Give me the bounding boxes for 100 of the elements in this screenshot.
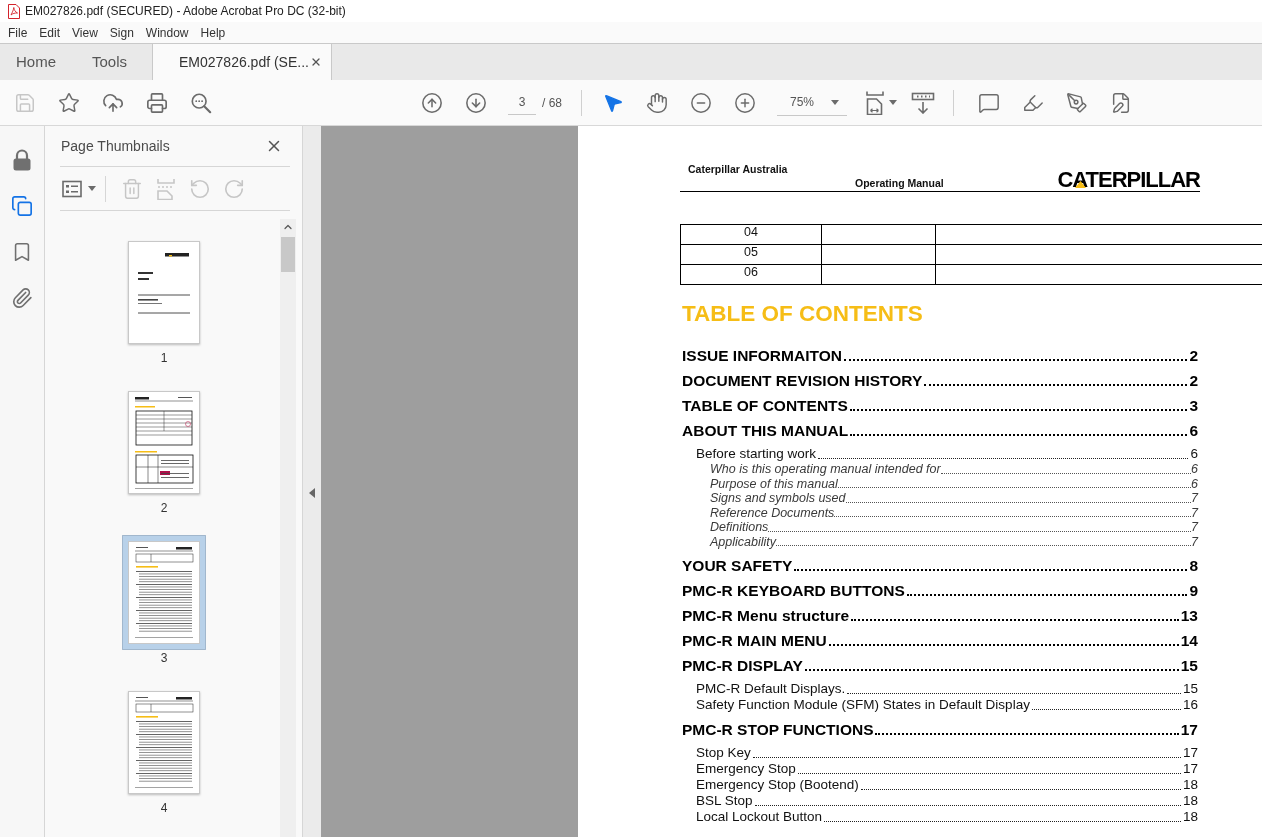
toc-page-number: 7 — [1191, 506, 1198, 519]
list-view-icon — [62, 179, 82, 198]
toc-entry-title: Before starting work — [696, 447, 817, 461]
pen-nib-icon — [1066, 91, 1088, 114]
menu-item[interactable]: View — [72, 26, 98, 39]
toc-page-number: 7 — [1191, 535, 1198, 548]
paperclip-icon — [11, 287, 33, 309]
tab[interactable]: EM027826.pdf (SE... — [152, 44, 332, 80]
close-icon — [310, 56, 322, 68]
save-icon — [14, 91, 36, 114]
toc-entry-title: Who is this operating manual intended for — [710, 463, 941, 476]
cloud-upload-icon — [102, 91, 124, 114]
caterpillar-logo: CATERPILLAR — [1057, 169, 1200, 191]
contents-heading: TABLE OF CONTENTS — [682, 301, 924, 327]
toc-page-number: 17 — [1180, 721, 1198, 738]
toc-page-number: 18 — [1182, 778, 1198, 792]
toc-entry-title: TABLE OF CONTENTS — [682, 397, 848, 414]
menu-item[interactable]: Sign — [109, 26, 134, 39]
toc-page-number: 14 — [1180, 632, 1198, 649]
toc-page-number: 18 — [1182, 810, 1198, 824]
toc-entry-title: BSL Stop — [696, 794, 753, 808]
toc-page-number: 7 — [1191, 492, 1198, 505]
toc-entry-title: Applicability — [710, 535, 776, 548]
zoom-in-icon — [734, 91, 756, 114]
toc-entry-title: Emergency Stop — [696, 762, 796, 776]
toc-entry-title: Emergency Stop (Bootend) — [696, 778, 859, 792]
star-icon — [58, 91, 80, 114]
toc-page-number: 6 — [1189, 422, 1198, 439]
pages-icon — [11, 195, 33, 217]
toc-page-number: 6 — [1191, 477, 1198, 490]
menu-item[interactable]: Window — [145, 26, 189, 39]
menu-item[interactable]: Edit — [39, 26, 61, 39]
page-number-field[interactable]: 3 — [508, 90, 536, 115]
menu-item[interactable]: File — [8, 26, 28, 39]
page-number-label: 3 — [160, 651, 168, 665]
page-number-label: 1 — [160, 351, 168, 365]
document-title: Operating Manual — [855, 177, 944, 191]
table-cell: 05 — [680, 244, 822, 265]
hand-icon — [646, 91, 668, 114]
triangle-left-icon — [309, 488, 315, 498]
toc-page-number: 2 — [1189, 372, 1198, 389]
toc-entry-title: Reference Documents — [710, 506, 835, 519]
toc-entry-title: Safety Function Module (SFM) States in Default Display — [696, 698, 1030, 712]
scrollbar[interactable] — [280, 219, 296, 837]
file-pen-icon — [1110, 91, 1132, 114]
window-title: EM027826.pdf (SECURED) - Adobe Acrobat Pro DC (32-bit) — [25, 3, 346, 20]
toc-page-number: 13 — [1180, 607, 1198, 624]
toc-page-number: 17 — [1182, 746, 1198, 760]
trash-icon — [121, 177, 143, 200]
toc-page-number: 2 — [1189, 347, 1198, 364]
panel-title: Page Thumbnails — [60, 136, 170, 156]
caret-icon — [88, 186, 96, 191]
toc-entry-title: PMC-R STOP FUNCTIONS — [682, 721, 874, 738]
toc-entry-title: PMC-R Menu structure — [682, 607, 850, 624]
toc-page-number: 9 — [1189, 582, 1198, 599]
scrollbar-thumb[interactable] — [281, 237, 295, 272]
toc-page-number: 15 — [1182, 682, 1198, 696]
company-name: Caterpillar Australia — [687, 162, 789, 176]
pdf-file-icon — [8, 3, 20, 19]
toc-entry-title: PMC-R DISPLAY — [682, 657, 803, 674]
toc-entry-title: Purpose of this manual — [710, 477, 838, 490]
toc-entry-title: PMC-R KEYBOARD BUTTONS — [682, 582, 905, 599]
table-cell: 06 — [680, 264, 822, 285]
toc-entry-title: ISSUE INFORMAITON — [682, 347, 842, 364]
zoom-out-icon — [690, 91, 712, 114]
page-thumbnail[interactable] — [122, 535, 206, 650]
scroll-mode-icon — [911, 91, 935, 114]
toc-page-number: 6 — [1191, 463, 1198, 476]
menu-item[interactable]: Help — [200, 26, 226, 39]
lock-icon — [12, 149, 32, 171]
toc-entry-title: Local Lockout Button — [696, 810, 823, 824]
toc-page-number: 15 — [1180, 657, 1198, 674]
toc-entry-title: DOCUMENT REVISION HISTORY — [682, 372, 923, 389]
zoom-field[interactable]: 75% — [777, 89, 847, 116]
page-split-icon — [155, 177, 177, 200]
toc-entry-title: Definitions — [710, 521, 769, 534]
toc-entry-title: Stop Key — [696, 746, 751, 760]
table-cell: 04 — [680, 224, 822, 245]
page-thumbnail[interactable] — [128, 691, 200, 794]
rotate-right-icon — [223, 177, 245, 200]
page-fit-icon — [865, 90, 885, 115]
arrow-down-circle-icon — [465, 91, 487, 114]
toc-page-number: 6 — [1190, 447, 1198, 461]
toc-page-number: 16 — [1182, 698, 1198, 712]
caret-icon — [889, 100, 897, 105]
toc-page-number: 7 — [1191, 521, 1198, 534]
toc-entry-title: PMC-R MAIN MENU — [682, 632, 827, 649]
search-icon — [190, 91, 212, 114]
page-count: / 68 — [542, 94, 562, 112]
arrow-up-circle-icon — [421, 91, 443, 114]
toc-page-number: 8 — [1189, 557, 1198, 574]
toc-entry-title: ABOUT THIS MANUAL — [682, 422, 849, 439]
caret-icon — [831, 99, 839, 105]
toc-page-number: 3 — [1189, 397, 1198, 414]
page-thumbnail[interactable] — [128, 241, 200, 344]
page-thumbnail[interactable] — [128, 391, 200, 494]
comment-icon — [978, 91, 1000, 114]
printer-icon — [146, 91, 168, 114]
page-number-label: 2 — [160, 501, 168, 515]
toc-entry-title: PMC-R Default Displays. — [696, 682, 846, 696]
